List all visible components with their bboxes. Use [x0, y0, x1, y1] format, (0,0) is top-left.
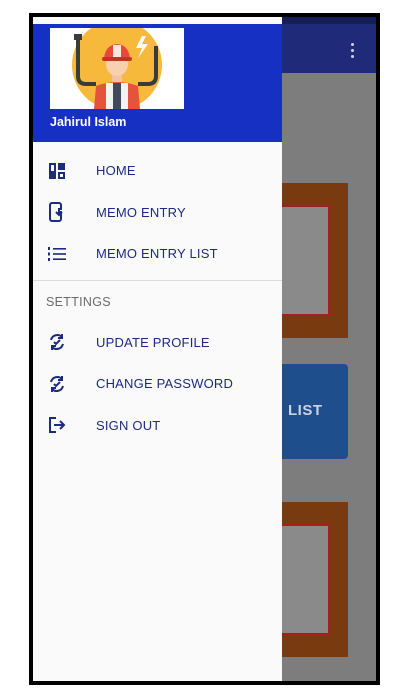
menu-item-memo-entry[interactable]: MEMO ENTRY — [33, 192, 282, 234]
menu-item-label: SIGN OUT — [96, 417, 161, 433]
menu-item-update-profile[interactable]: UPDATE PROFILE — [33, 322, 282, 364]
device-frame: LIST Jahirul Islam HOME MEMO ENTRY MEMO … — [29, 13, 380, 685]
menu-item-label: MEMO ENTRY — [96, 204, 186, 220]
menu-item-memo-entry-list[interactable]: MEMO ENTRY LIST — [33, 233, 282, 275]
background-button-label: LIST — [288, 402, 323, 419]
menu-item-label: MEMO ENTRY LIST — [96, 246, 218, 262]
menu-item-home[interactable]: HOME — [33, 150, 282, 192]
engineer-avatar-icon — [72, 28, 162, 109]
screen: LIST Jahirul Islam HOME MEMO ENTRY MEMO … — [33, 17, 376, 681]
numbered-list-icon — [47, 244, 67, 264]
more-vert-icon[interactable] — [351, 43, 355, 59]
user-name: Jahirul Islam — [50, 115, 127, 129]
navigation-drawer: Jahirul Islam HOME MEMO ENTRY MEMO ENTRY… — [33, 17, 282, 681]
drawer-menu: HOME MEMO ENTRY MEMO ENTRY LIST SETTINGS… — [33, 142, 282, 446]
sync-check-icon — [47, 332, 67, 352]
menu-item-label: CHANGE PASSWORD — [96, 376, 234, 392]
phone-download-icon — [47, 202, 67, 223]
sync-check-icon — [47, 374, 67, 394]
drawer-header: Jahirul Islam — [33, 24, 282, 142]
menu-item-label: HOME — [96, 163, 136, 179]
section-title-settings: SETTINGS — [46, 294, 111, 309]
logout-icon — [47, 415, 67, 435]
avatar[interactable] — [50, 28, 184, 109]
menu-item-sign-out[interactable]: SIGN OUT — [33, 405, 282, 447]
menu-item-label: UPDATE PROFILE — [96, 334, 210, 350]
menu-item-change-password[interactable]: CHANGE PASSWORD — [33, 363, 282, 405]
dashboard-icon — [47, 161, 67, 181]
